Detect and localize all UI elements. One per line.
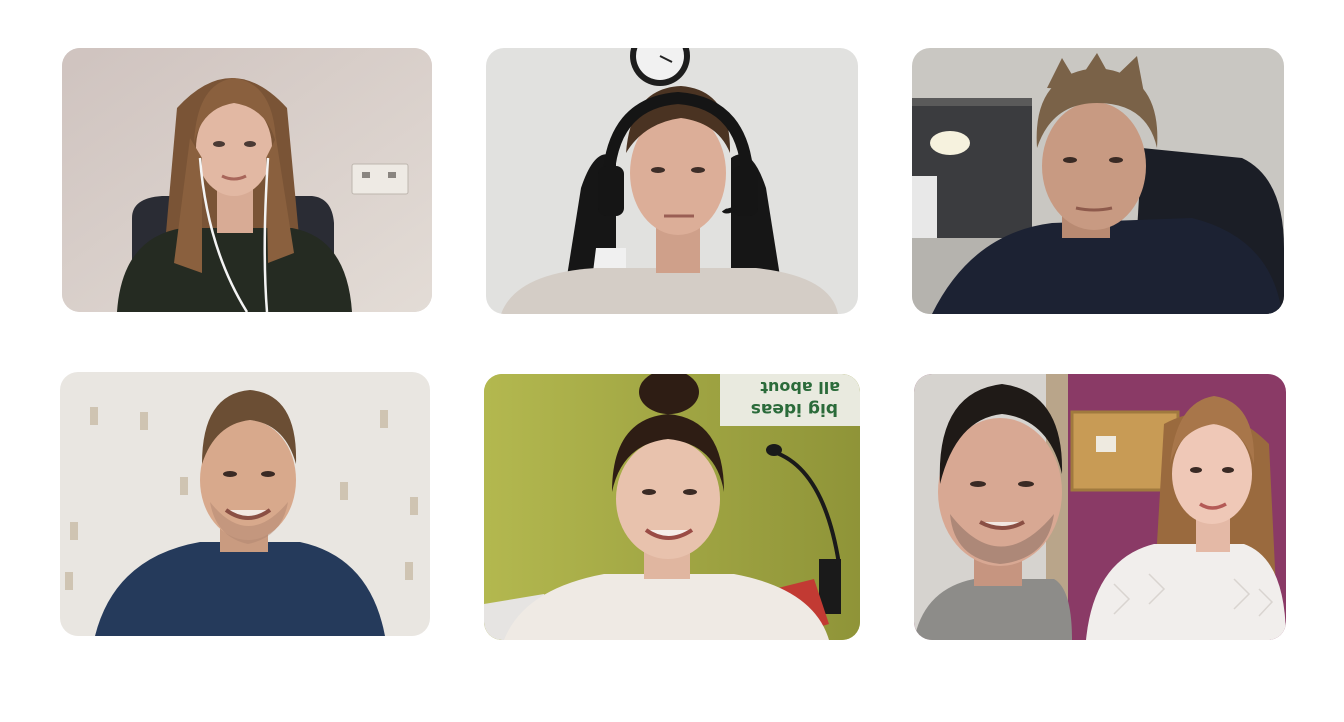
participant-4-video (60, 372, 430, 636)
video-tile-participant-4[interactable] (60, 372, 430, 636)
poster-text-line2: big ideas (751, 399, 838, 419)
video-tile-participant-2[interactable] (486, 48, 858, 314)
participant-1-video (62, 48, 432, 312)
participant-2-video (486, 48, 858, 314)
participant-5-video: all about big ideas (484, 374, 860, 640)
poster-text-line1: all about (760, 378, 840, 397)
video-tile-participant-5[interactable]: all about big ideas (484, 374, 860, 640)
video-tile-participant-3[interactable] (912, 48, 1284, 314)
video-tile-participant-6[interactable] (914, 374, 1286, 640)
participant-6-video (914, 374, 1286, 640)
participant-3-video (912, 48, 1284, 314)
video-tile-participant-1[interactable] (62, 48, 432, 312)
